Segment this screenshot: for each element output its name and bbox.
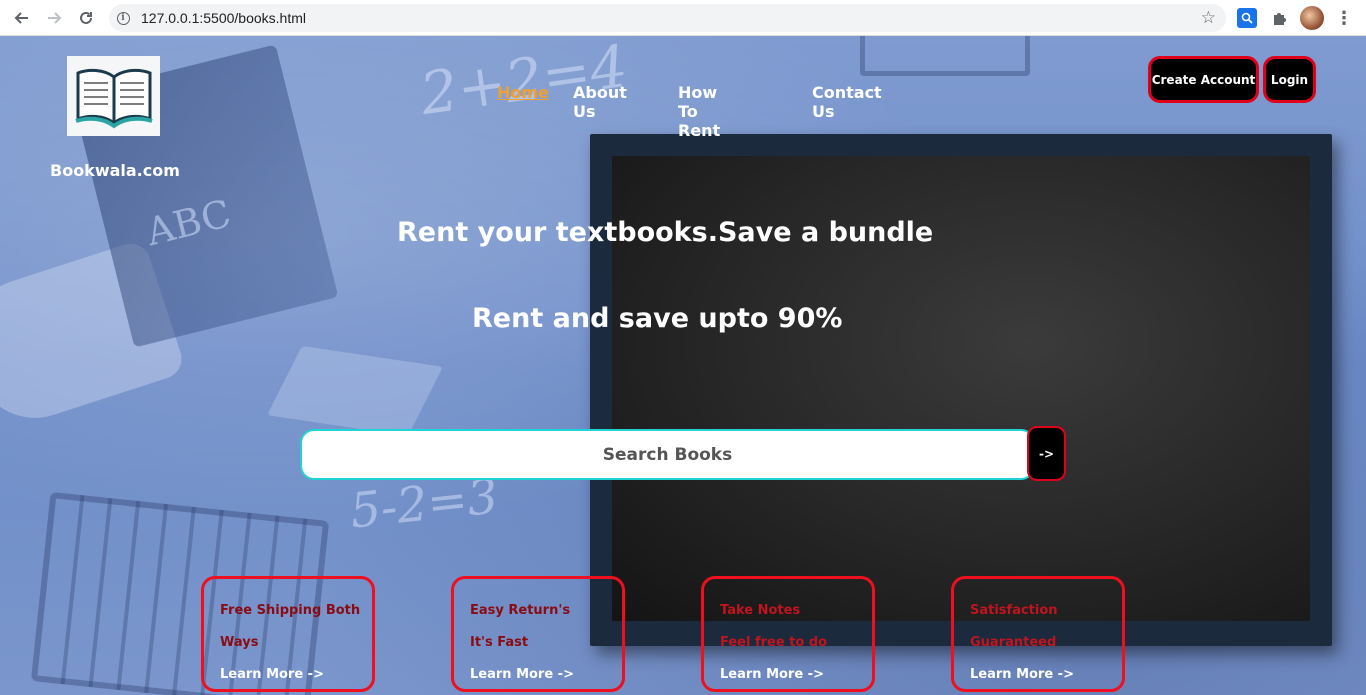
- feature-card-satisfaction: Satisfaction Guaranteed Learn More ->: [951, 576, 1125, 692]
- bookmark-star-icon[interactable]: ☆: [1201, 8, 1216, 28]
- profile-avatar[interactable]: [1300, 6, 1324, 30]
- feature-title: Satisfaction: [970, 603, 1058, 618]
- more-vert-icon[interactable]: ⋮: [1334, 8, 1354, 29]
- brand-name[interactable]: Bookwala.com: [50, 161, 180, 180]
- open-book-illustration: [267, 345, 443, 437]
- feature-subtitle: It's Fast: [470, 635, 529, 650]
- page-hero: ABC 2+2=4 5-2=3 Bookwala.com Home About …: [0, 36, 1366, 695]
- search-extension-icon[interactable]: [1237, 8, 1257, 28]
- learn-more-link[interactable]: Learn More ->: [470, 663, 622, 687]
- create-account-button[interactable]: Create Account: [1148, 56, 1259, 103]
- site-logo[interactable]: [67, 56, 160, 136]
- feature-card-notes: Take Notes Feel free to do Learn More ->: [701, 576, 875, 692]
- frame-illustration: [860, 36, 1030, 76]
- learn-more-link[interactable]: Learn More ->: [720, 663, 872, 687]
- forward-icon[interactable]: [38, 2, 70, 34]
- feature-subtitle: Ways: [220, 635, 259, 650]
- search-bar: [300, 429, 1035, 480]
- feature-card-returns: Easy Return's It's Fast Learn More ->: [451, 576, 625, 692]
- open-book-icon: [74, 68, 153, 129]
- info-icon[interactable]: i: [109, 11, 137, 25]
- feature-subtitle: Feel free to do: [720, 635, 828, 650]
- puzzle-icon[interactable]: [1270, 8, 1290, 28]
- feature-title: Free Shipping Both: [220, 603, 361, 618]
- nav-how-to-rent[interactable]: How To Rent: [678, 83, 720, 140]
- login-button[interactable]: Login: [1263, 56, 1316, 103]
- feature-card-shipping: Free Shipping Both Ways Learn More ->: [201, 576, 375, 692]
- learn-more-link[interactable]: Learn More ->: [970, 663, 1122, 687]
- feature-subtitle: Guaranteed: [970, 635, 1057, 650]
- nav-about-us[interactable]: About Us: [573, 83, 627, 121]
- back-icon[interactable]: [6, 2, 38, 34]
- reload-icon[interactable]: [70, 2, 102, 34]
- url-text[interactable]: 127.0.0.1:5500/books.html: [141, 10, 306, 26]
- hero-headline: Rent your textbooks.Save a bundle: [397, 217, 934, 248]
- feature-title: Easy Return's: [470, 603, 571, 618]
- browser-toolbar: i 127.0.0.1:5500/books.html ☆ ⋮: [0, 0, 1366, 36]
- nav-contact-us[interactable]: Contact Us: [812, 83, 882, 121]
- nav-home[interactable]: Home: [497, 83, 549, 102]
- learn-more-link[interactable]: Learn More ->: [220, 663, 372, 687]
- hero-subheadline: Rent and save upto 90%: [472, 303, 843, 334]
- chalkboard: [590, 134, 1332, 646]
- search-input[interactable]: [302, 431, 1033, 478]
- search-submit-button[interactable]: ->: [1027, 426, 1066, 481]
- address-bar[interactable]: i 127.0.0.1:5500/books.html ☆: [109, 4, 1226, 32]
- feature-title: Take Notes: [720, 603, 801, 618]
